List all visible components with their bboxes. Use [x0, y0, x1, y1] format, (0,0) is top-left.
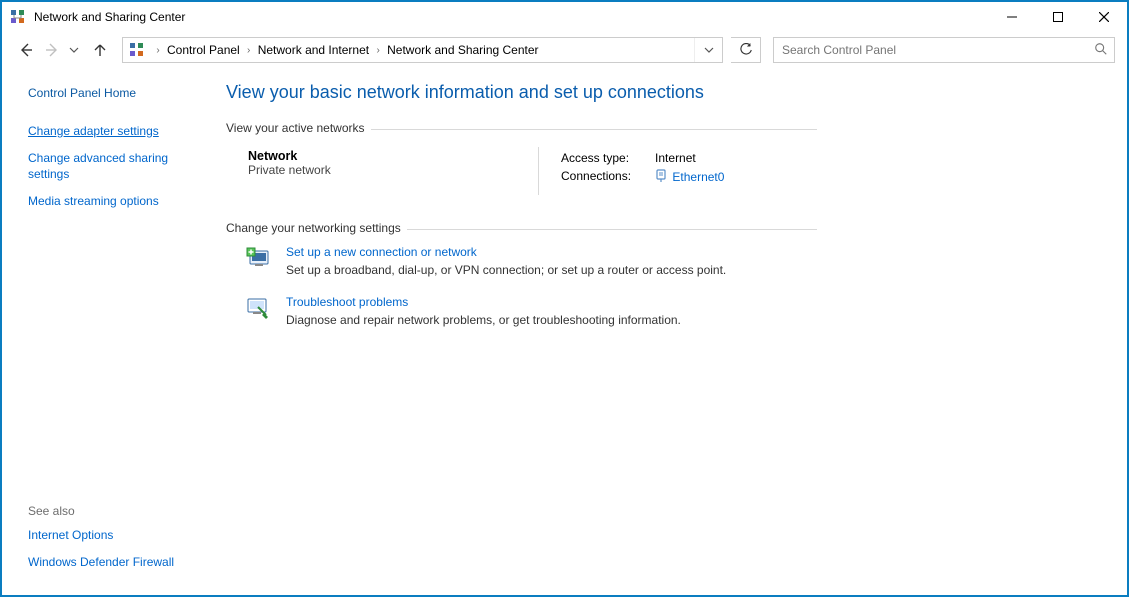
change-settings-group: Change your networking settings Set up a… [226, 221, 1107, 327]
sidebar: Control Panel Home Change adapter settin… [2, 68, 212, 595]
see-also-internet-options[interactable]: Internet Options [28, 528, 202, 544]
window-title: Network and Sharing Center [34, 10, 185, 24]
connection-link[interactable]: Ethernet0 [672, 170, 724, 184]
vertical-divider [538, 147, 539, 195]
see-also-windows-defender-firewall[interactable]: Windows Defender Firewall [28, 555, 202, 571]
back-button[interactable] [14, 38, 38, 62]
breadcrumb-chevron-icon[interactable]: › [371, 45, 385, 56]
network-type: Private network [248, 163, 538, 177]
action-troubleshoot-desc: Diagnose and repair network problems, or… [286, 313, 681, 327]
troubleshoot-icon [246, 297, 272, 319]
control-panel-home-link[interactable]: Control Panel Home [28, 86, 202, 102]
access-type-label: Access type: [561, 151, 639, 167]
search-icon[interactable] [1094, 42, 1108, 59]
app-icon [10, 9, 26, 25]
see-also-label: See also [28, 504, 202, 518]
up-button[interactable] [88, 38, 112, 62]
address-bar-dropdown-button[interactable] [694, 38, 722, 62]
breadcrumb-item[interactable]: Network and Sharing Center [385, 43, 540, 57]
address-bar-icon [129, 42, 145, 58]
title-bar: Network and Sharing Center [2, 2, 1127, 32]
network-name: Network [248, 149, 538, 163]
close-button[interactable] [1081, 2, 1127, 32]
window-controls [989, 2, 1127, 32]
action-troubleshoot: Troubleshoot problems Diagnose and repai… [226, 277, 1107, 327]
forward-button[interactable] [40, 38, 64, 62]
network-entry: Network Private network Access type: Int… [226, 135, 1107, 195]
recent-locations-button[interactable] [66, 38, 82, 62]
breadcrumb-chevron-icon[interactable]: › [151, 45, 165, 56]
navigation-bar: › Control Panel › Network and Internet ›… [2, 32, 1127, 68]
search-input[interactable] [780, 42, 1094, 58]
see-also-section: See also Internet Options Windows Defend… [28, 504, 202, 583]
action-setup-connection-desc: Set up a broadband, dial-up, or VPN conn… [286, 263, 726, 277]
minimize-button[interactable] [989, 2, 1035, 32]
sidebar-item-change-advanced-sharing-settings[interactable]: Change advanced sharing settings [28, 151, 202, 182]
change-settings-label: Change your networking settings [226, 221, 407, 235]
action-setup-connection-link[interactable]: Set up a new connection or network [286, 245, 726, 259]
action-setup-connection: Set up a new connection or network Set u… [226, 235, 1107, 277]
breadcrumb-item[interactable]: Network and Internet [256, 43, 371, 57]
refresh-button[interactable] [731, 37, 761, 63]
breadcrumb-chevron-icon[interactable]: › [242, 45, 256, 56]
main-panel: View your basic network information and … [212, 68, 1127, 595]
ethernet-icon [655, 169, 667, 183]
content-area: Control Panel Home Change adapter settin… [2, 68, 1127, 595]
maximize-button[interactable] [1035, 2, 1081, 32]
action-troubleshoot-link[interactable]: Troubleshoot problems [286, 295, 681, 309]
page-title: View your basic network information and … [226, 82, 1107, 103]
breadcrumb-item[interactable]: Control Panel [165, 43, 242, 57]
connections-label: Connections: [561, 169, 639, 186]
sidebar-item-media-streaming-options[interactable]: Media streaming options [28, 194, 202, 210]
active-networks-label: View your active networks [226, 121, 371, 135]
access-type-value: Internet [641, 151, 732, 167]
active-networks-group: View your active networks Network Privat… [226, 121, 1107, 195]
sidebar-item-change-adapter-settings[interactable]: Change adapter settings [28, 124, 202, 140]
address-bar[interactable]: › Control Panel › Network and Internet ›… [122, 37, 723, 63]
search-box[interactable] [773, 37, 1115, 63]
setup-connection-icon [246, 247, 272, 269]
